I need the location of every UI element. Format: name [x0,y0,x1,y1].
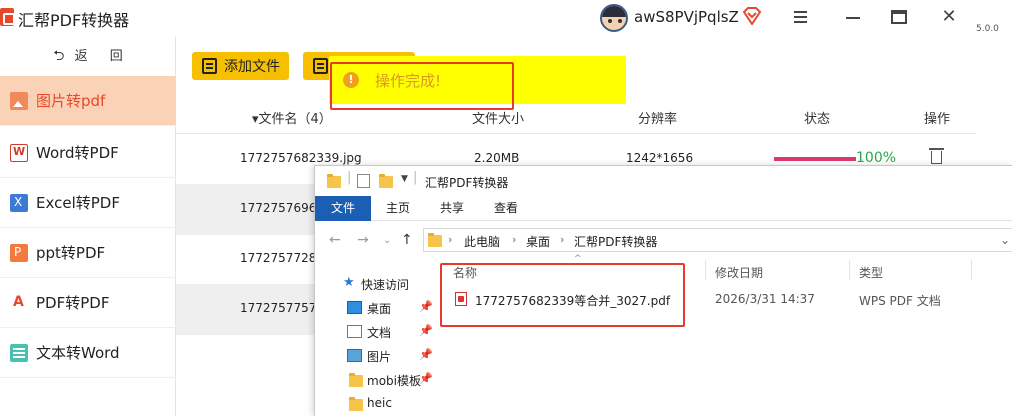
breadcrumb-desktop[interactable]: 桌面 [526,233,550,250]
back-button[interactable]: ⮌ 返 回 [0,36,176,76]
title-bar: 汇帮PDF转换器 awS8PVjPqlsZ ✕ 5.0.0 [0,0,1012,36]
word-icon [10,143,28,162]
sidebar-item-pdf-to-pdf[interactable]: PDF转PDF [0,278,176,328]
sidebar: ⮌ 返 回 图片转pdf Word转PDF Excel转PDF ppt转PDF … [0,36,176,416]
app-title: 汇帮PDF转换器 [18,11,130,30]
folder-icon [428,233,442,247]
tab-file[interactable]: 文件 [315,196,371,221]
nav-item-heic[interactable]: heic [315,392,439,416]
excel-icon [10,193,28,212]
tab-share[interactable]: 共享 [437,196,467,221]
sidebar-item-ppt-to-pdf[interactable]: ppt转PDF [0,228,176,278]
sidebar-item-excel-to-pdf[interactable]: Excel转PDF [0,178,176,228]
folder-icon [313,58,328,74]
column-filename[interactable]: ▾文件名（4） [252,108,332,127]
column-action: 操作 [924,112,951,127]
pin-icon[interactable]: 📌 [419,372,433,385]
nav-item-desktop[interactable]: 桌面 📌 [315,296,439,320]
toolbar-separator: | [413,170,418,185]
menu-icon[interactable] [785,4,815,30]
toolbar-separator: | [347,170,352,185]
add-file-icon [202,58,217,74]
app-logo-icon [0,8,15,26]
document-icon [347,325,362,338]
vip-diamond-icon[interactable] [742,7,762,25]
sidebar-item-word-to-pdf[interactable]: Word转PDF [0,128,176,178]
address-bar[interactable]: › 此电脑 › 桌面 › 汇帮PDF转换器 ⌄ [423,228,1012,252]
file-modified: 2026/3/31 14:37 [715,292,815,306]
column-status: 状态 [804,112,831,127]
column-type[interactable]: 类型 [859,264,883,281]
file-type: WPS PDF 文档 [859,294,941,308]
explorer-title: 汇帮PDF转换器 [425,176,509,190]
maximize-icon[interactable] [884,4,914,30]
sidebar-item-text-to-word[interactable]: 文本转Word [0,328,176,378]
explorer-nav-pane: ★ 快速访问 桌面 📌 文档 📌 图片 📌 mobi模板 📌 heic [315,258,439,416]
image-icon [10,91,28,110]
pin-icon[interactable]: 📌 [419,300,433,313]
column-filesize: 文件大小 [472,112,525,127]
user-avatar[interactable] [600,4,628,32]
tab-home[interactable]: 主页 [383,196,413,221]
nav-item-documents[interactable]: 文档 📌 [315,320,439,344]
up-arrow-icon[interactable]: ↑ [401,232,413,248]
folder-icon [349,373,363,387]
explorer-ribbon: 文件 主页 共享 查看 [315,196,1012,221]
address-bar-row: ← → ⌄ ↑ › 此电脑 › 桌面 › 汇帮PDF转换器 ⌄ [315,222,1012,258]
chevron-down-icon[interactable]: ⌄ [383,235,391,246]
status-percent: 100% [856,150,897,166]
picture-icon [347,349,362,362]
highlight-box [440,263,685,327]
new-folder-icon[interactable] [379,174,393,188]
folder-icon [349,397,363,411]
table-header: ▾文件名（4） 文件大小 分辨率 状态 操作 [176,100,976,134]
desktop-icon [347,301,362,314]
ppt-icon [10,243,28,262]
forward-arrow-icon[interactable]: → [357,232,369,248]
pin-icon[interactable]: 📌 [419,348,433,361]
progress-bar [774,157,856,161]
sidebar-item-image-to-pdf[interactable]: 图片转pdf [0,76,176,126]
breadcrumb-folder[interactable]: 汇帮PDF转换器 [574,233,657,250]
breadcrumb-this-pc[interactable]: 此电脑 [464,233,500,250]
pdf-icon [10,293,28,312]
back-arrow-icon: ⮌ [53,48,65,64]
username[interactable]: awS8PVjPqlsZ [634,8,739,26]
back-arrow-icon[interactable]: ← [329,232,341,248]
nav-item-mobi[interactable]: mobi模板 📌 [315,368,439,392]
add-file-button[interactable]: 添加文件 [192,52,289,80]
properties-icon[interactable] [357,174,370,188]
text-icon [10,343,28,362]
minimize-icon[interactable] [838,4,868,30]
star-icon: ★ [343,275,355,290]
folder-icon [327,174,341,188]
nav-item-pictures[interactable]: 图片 📌 [315,344,439,368]
delete-icon[interactable] [929,148,944,164]
tab-view[interactable]: 查看 [491,196,521,221]
close-icon[interactable]: ✕ [934,4,964,30]
highlight-box [330,62,514,110]
nav-quick-access[interactable]: ★ 快速访问 [315,272,439,296]
column-resolution: 分辨率 [638,112,678,127]
explorer-title-bar: | ▼ | 汇帮PDF转换器 [315,166,1012,196]
version-fragment: 5.0.0 [976,24,999,34]
chevron-down-icon[interactable]: ⌄ [1000,233,1010,247]
pin-icon[interactable]: 📌 [419,324,433,337]
chevron-down-icon[interactable]: ▼ [401,174,408,184]
column-modified[interactable]: 修改日期 [715,264,763,281]
